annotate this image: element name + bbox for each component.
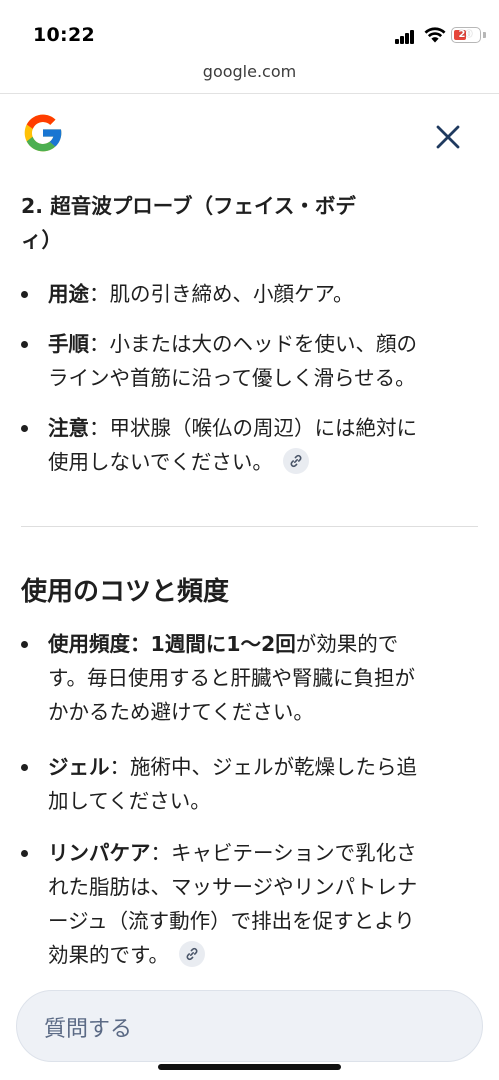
bullet-text: キャビテーションで乳化さ	[171, 841, 417, 865]
bullet-sep: ：	[150, 841, 172, 865]
google-g-logo[interactable]	[21, 111, 65, 155]
bullet-label: 注意	[48, 416, 89, 440]
bullet-dot	[21, 764, 28, 771]
bullet-dot	[21, 850, 28, 857]
close-icon[interactable]	[430, 119, 466, 155]
bullet-dot	[21, 341, 28, 348]
divider	[21, 526, 478, 527]
bullet-sep: ：	[130, 632, 151, 656]
bullet-sep: ：	[89, 282, 110, 306]
url-bar[interactable]: google.com	[0, 58, 499, 94]
bullet-sep: ：	[109, 755, 131, 779]
bullet-text: ージュ（流す動作）で排出を促すとより	[48, 909, 415, 933]
bullet-sep: ：	[89, 332, 110, 356]
link-icon	[290, 454, 302, 468]
section-heading-line1: 2. 超音波プローブ（フェイス・ボデ	[21, 194, 356, 218]
cellular-signal-icon	[395, 30, 415, 44]
ask-input[interactable]: 質問する	[16, 990, 483, 1062]
bullet-text: 加してください。	[48, 789, 211, 813]
bullet-label: 用途	[48, 282, 89, 306]
bullet-text: 使用しないでください。	[48, 450, 273, 474]
bullet-dot	[21, 425, 28, 432]
section-heading-line2: ィ）	[21, 228, 62, 252]
ask-placeholder: 質問する	[44, 1017, 133, 1042]
bullet-dot	[21, 291, 28, 298]
battery-cap	[483, 32, 486, 38]
battery-icon: 20	[451, 27, 481, 43]
section-heading: 2. 超音波プローブ（フェイス・ボデ ィ）	[21, 189, 441, 257]
bullet-text: 小または大のヘッドを使い、顔の	[109, 332, 418, 356]
status-bar: 10:22 20	[0, 0, 499, 58]
bullet-dot	[21, 641, 28, 648]
bullet-label: ジェル	[48, 755, 110, 779]
source-link-button[interactable]	[282, 448, 309, 474]
bullet-emphasis: 1週間に1〜2回	[150, 632, 296, 656]
bullet-text: かかるため避けてください。	[48, 700, 314, 724]
bullet-label: リンパケア	[48, 841, 151, 865]
bullet-text: 肌の引き締め、小顔ケア。	[109, 282, 354, 306]
bullet-label: 手順	[48, 332, 89, 356]
link-icon	[186, 947, 198, 961]
bullet-text: す。毎日使用すると肝臓や腎臓に負担が	[48, 666, 415, 690]
tips-heading: 使用のコツと頻度	[21, 577, 230, 607]
bullet-text: 効果的です。	[48, 943, 169, 967]
source-link-button[interactable]	[178, 941, 205, 967]
home-indicator[interactable]	[158, 1064, 341, 1070]
bullet-text: ラインや首筋に沿って優しく滑らせる。	[48, 366, 416, 390]
bullet-sep: ：	[89, 416, 110, 440]
bullet-text: が効果的で	[295, 632, 399, 656]
bullet-text: 施術中、ジェルが乾燥したら追	[130, 755, 417, 779]
wifi-icon	[424, 27, 446, 43]
bullet-label: 使用頻度	[48, 632, 130, 656]
bullet-text: 甲状腺（喉仏の周辺）には絶対に	[109, 416, 418, 440]
screen: 10:22 20 google.com 2. 超音波プローブ（フェイス・ボデ ィ…	[0, 0, 499, 1080]
bullet-text: れた脂肪は、マッサージやリンパトレナ	[48, 875, 418, 899]
battery-level: 20	[458, 29, 473, 40]
status-time: 10:22	[33, 24, 95, 46]
